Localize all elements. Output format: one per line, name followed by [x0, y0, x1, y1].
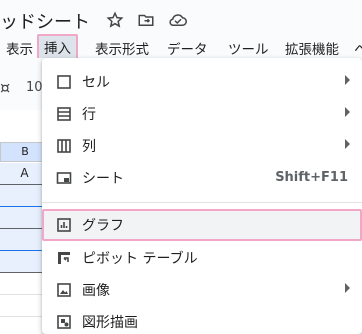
menu-data[interactable]: データ: [167, 38, 208, 58]
menu-extensions[interactable]: 拡張機能: [285, 38, 339, 58]
submenu-arrow-icon: [345, 107, 350, 117]
menu-item-row[interactable]: 行: [42, 98, 362, 130]
drawing-icon: [56, 314, 72, 330]
menu-bar: 表示 挿入 表示形式 データ ツール 拡張機能 ヘ: [0, 34, 362, 60]
menu-item-cell[interactable]: セル: [42, 66, 362, 98]
chart-icon: [56, 217, 72, 233]
image-icon: [56, 282, 72, 298]
menu-item-label: ピボット テーブル: [82, 251, 198, 267]
square-outline-icon: [56, 74, 72, 90]
document-title[interactable]: ッドシート: [0, 8, 90, 34]
menu-help[interactable]: ヘ: [354, 38, 362, 58]
menu-item-label: 列: [82, 139, 96, 155]
title-bar: ッドシート: [0, 0, 362, 36]
menu-item-column[interactable]: 列: [42, 130, 362, 162]
star-icon[interactable]: [106, 11, 124, 29]
columns-icon: [56, 138, 72, 154]
submenu-arrow-icon: [345, 75, 350, 85]
move-to-folder-icon[interactable]: [137, 11, 155, 29]
menu-item-label: 図形描画: [82, 315, 138, 331]
sheet-icon: [56, 170, 72, 186]
rows-icon: [56, 106, 72, 122]
menu-divider: [42, 202, 362, 203]
menu-tools[interactable]: ツール: [228, 38, 269, 58]
menu-item-chart[interactable]: グラフ: [42, 209, 362, 241]
submenu-arrow-icon: [345, 139, 350, 149]
insert-menu: セル 行 列 シート Shift+F11 グラフ ピボット テーブル 画像 図形…: [42, 58, 362, 334]
menu-format[interactable]: 表示形式: [95, 38, 149, 58]
menu-item-drawing[interactable]: 図形描画: [42, 306, 362, 334]
menu-item-label: グラフ: [82, 218, 124, 234]
menu-item-sheet[interactable]: シート Shift+F11: [42, 162, 362, 194]
menu-item-label: 行: [82, 107, 96, 123]
menu-insert[interactable]: 挿入: [37, 34, 78, 60]
pivot-table-icon: [56, 250, 72, 266]
shortcut-label: Shift+F11: [275, 170, 348, 185]
menu-item-pivot-table[interactable]: ピボット テーブル: [42, 242, 362, 274]
menu-item-label: セル: [82, 75, 110, 91]
menu-item-label: シート: [82, 171, 124, 187]
cloud-saved-icon[interactable]: [168, 11, 187, 29]
menu-item-image[interactable]: 画像: [42, 274, 362, 306]
submenu-arrow-icon: [345, 283, 350, 293]
paint-format-icon[interactable]: ¤: [0, 78, 10, 97]
menu-view[interactable]: 表示: [6, 38, 33, 58]
menu-item-label: 画像: [82, 283, 110, 299]
